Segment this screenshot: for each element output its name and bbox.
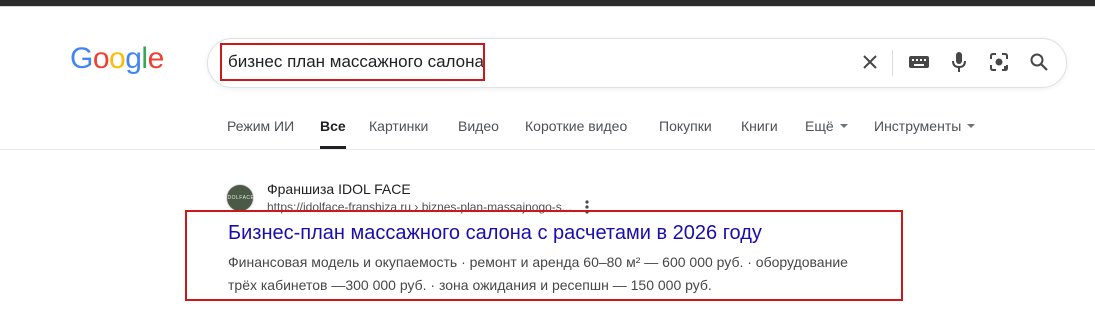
tab-label: Все [320,118,346,134]
tab-label: Ещё [805,118,834,134]
logo-letter-o2: o [109,42,126,75]
search-divider [892,50,893,76]
caret-down-icon [967,124,976,128]
keyboard-icon[interactable] [906,49,932,75]
logo-letter-g: G [70,42,93,75]
result-snippet-line-2: трёх кабинетов —300 000 руб. · зона ожид… [228,277,712,293]
site-favicon[interactable]: IDOLFACE [226,184,254,212]
search-icon[interactable] [1026,49,1052,75]
logo-letter-e: e [147,42,165,75]
tab-label: Покупки [659,118,712,134]
tab-shopping[interactable]: Покупки [659,118,712,134]
tab-videos[interactable]: Видео [458,118,499,134]
tab-label: Картинки [369,118,429,134]
browser-top-bar [0,0,1095,7]
microphone-icon[interactable] [946,49,972,75]
tab-label: Короткие видео [525,118,628,134]
favicon-text: IDOLFACE [225,195,255,201]
tab-all[interactable]: Все [320,118,346,134]
tab-ai-mode[interactable]: Режим ИИ [227,118,294,134]
tab-short-videos[interactable]: Короткие видео [525,118,627,134]
tabs-divider [0,149,1095,150]
google-logo[interactable]: G o o g l e [70,42,164,76]
lens-icon[interactable] [986,49,1012,75]
result-snippet-line-1: Финансовая модель и окупаемость · ремонт… [228,254,848,270]
tab-more[interactable]: Ещё [805,118,848,134]
tab-tools[interactable]: Инструменты [874,118,976,134]
query-highlight-frame [220,43,485,81]
result-site-name[interactable]: Франшиза IDOL FACE [267,181,411,197]
close-icon[interactable] [857,49,883,75]
tab-label: Книги [741,118,778,134]
result-title-link[interactable]: Бизнес-план массажного салона с расчетам… [228,222,762,245]
logo-letter-o1: o [92,42,110,75]
tab-label: Инструменты [874,118,962,134]
tab-images[interactable]: Картинки [369,118,428,134]
logo-letter-g2: g [125,42,142,75]
search-tabs: Режим ИИ Все Картинки Видео Короткие вид… [0,118,1095,148]
tab-label: Видео [458,118,499,134]
tab-books[interactable]: Книги [741,118,778,134]
caret-down-icon [839,124,848,128]
tab-label: Режим ИИ [227,118,295,134]
